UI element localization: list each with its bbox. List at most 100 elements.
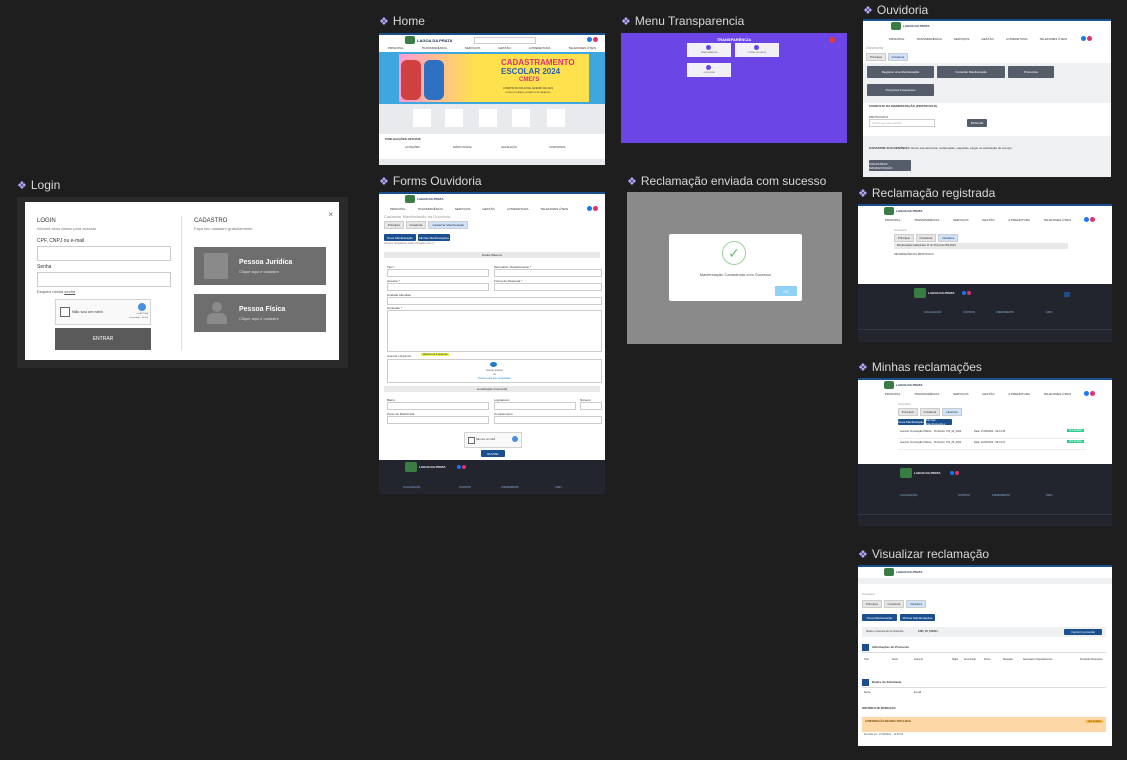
captcha-checkbox[interactable] bbox=[60, 307, 70, 317]
protocolo-input[interactable]: Informe aqui seu protocolo bbox=[869, 119, 935, 127]
forgot-link[interactable]: senha bbox=[64, 289, 75, 294]
nav-telefones[interactable]: TELEFONES ÚTEIS bbox=[1044, 392, 1072, 396]
buscar-button[interactable]: BUSCAR bbox=[967, 119, 987, 127]
tab-detalhes[interactable]: Detalhes bbox=[938, 234, 959, 242]
registrar-manifestacao-button[interactable]: Registrar uma Manifestação bbox=[867, 66, 934, 78]
instagram-icon[interactable] bbox=[593, 37, 598, 42]
minhas-manifestacoes-button[interactable]: Minhas Manifestações bbox=[900, 614, 935, 621]
nav-servicos[interactable]: SERVIÇOS bbox=[953, 218, 968, 222]
upload-link[interactable]: Procure pelo seu computador bbox=[388, 377, 601, 380]
recaptcha[interactable]: Não sou um robô bbox=[464, 432, 522, 448]
nav-servicos[interactable]: SERVIÇOS bbox=[953, 392, 968, 396]
nav-transparencia[interactable]: TRANSPARÊNCIA bbox=[917, 37, 942, 41]
nav-principal[interactable]: PRINCIPAL bbox=[885, 218, 901, 222]
nav-servicos[interactable]: SERVIÇOS bbox=[465, 46, 480, 50]
tab-principal[interactable]: Principal bbox=[894, 234, 914, 242]
scroll-top-icon[interactable] bbox=[1064, 292, 1070, 297]
quick-card[interactable] bbox=[479, 109, 497, 127]
assunto-select[interactable] bbox=[387, 283, 489, 291]
imprimir-protocolo-button[interactable]: Imprimir protocolo bbox=[1064, 629, 1102, 635]
forma-resposta-select[interactable] bbox=[494, 283, 602, 291]
nav-prefeitura[interactable]: A PREFEITURA bbox=[507, 207, 529, 211]
quick-card[interactable] bbox=[512, 109, 530, 127]
tab-ouvidoria[interactable]: Ouvidoria bbox=[883, 600, 905, 608]
list-item[interactable]: Assunto: Iluminação Pública Protocolo: 3… bbox=[898, 428, 1086, 439]
close-icon[interactable]: × bbox=[328, 210, 333, 219]
banner[interactable]: CADASTRAMENTO ESCOLAR 2024 CMEI'S A PART… bbox=[379, 52, 605, 104]
entrar-button[interactable]: ENTRAR bbox=[55, 328, 151, 350]
nav-prefeitura[interactable]: A PREFEITURA bbox=[1008, 218, 1030, 222]
menu-item-transparencia[interactable]: TRANSPARÊNCIA bbox=[687, 43, 731, 57]
pessoa-juridica-button[interactable]: Pessoa Jurídica Clique aqui e cadastre bbox=[194, 247, 326, 285]
nav-principal[interactable]: PRINCIPAL bbox=[885, 392, 901, 396]
enviar-button[interactable]: ENVIAR bbox=[481, 450, 505, 457]
minhas-manifestacoes-button[interactable]: Minhas Manifestações bbox=[926, 418, 952, 426]
nova-manifestacao-button[interactable]: Nova Manifestação bbox=[862, 614, 897, 621]
upload-dropzone[interactable]: Anexar arquivo ou Procure pelo seu compu… bbox=[387, 359, 602, 383]
complemento-input[interactable] bbox=[494, 416, 602, 424]
nova-manifestacao-button[interactable]: Nova Manifestação bbox=[384, 234, 416, 241]
cpf-input[interactable] bbox=[37, 246, 171, 261]
facebook-icon[interactable] bbox=[962, 291, 966, 295]
nav-prefeitura[interactable]: A PREFEITURA bbox=[529, 46, 551, 50]
logradouro-input[interactable] bbox=[494, 402, 576, 410]
nav-telefones[interactable]: TELEFONES ÚTEIS bbox=[540, 207, 568, 211]
nav-principal[interactable]: PRINCIPAL bbox=[889, 37, 905, 41]
tab-ouvidoria[interactable]: Ouvidoria bbox=[887, 53, 909, 61]
tab-principal[interactable]: Principal bbox=[384, 221, 404, 229]
facebook-icon[interactable] bbox=[1081, 36, 1086, 41]
protocolos-button[interactable]: Protocolos bbox=[1008, 66, 1054, 78]
unidade-select[interactable] bbox=[387, 297, 602, 305]
facebook-icon[interactable] bbox=[457, 465, 461, 469]
pub-legislacao[interactable]: LEGISLAÇÃO bbox=[501, 146, 517, 149]
tab-ouvidoria[interactable]: Ouvidoria bbox=[405, 221, 427, 229]
instagram-icon[interactable] bbox=[1090, 217, 1095, 222]
nav-servicos[interactable]: SERVIÇOS bbox=[455, 207, 470, 211]
numero-input[interactable] bbox=[580, 402, 602, 410]
close-icon[interactable] bbox=[829, 37, 835, 43]
secretaria-select[interactable] bbox=[494, 269, 602, 277]
nav-telefones[interactable]: TELEFONES ÚTEIS bbox=[1044, 218, 1072, 222]
nav-transparencia[interactable]: TRANSPARÊNCIA bbox=[418, 207, 443, 211]
instagram-icon[interactable] bbox=[1090, 391, 1095, 396]
senha-input[interactable] bbox=[37, 272, 171, 287]
ponto-ref-input[interactable] bbox=[387, 416, 489, 424]
facebook-icon[interactable] bbox=[587, 37, 592, 42]
nav-principal[interactable]: PRINCIPAL bbox=[390, 207, 406, 211]
tab-principal[interactable]: Principal bbox=[866, 53, 886, 61]
instagram-icon[interactable] bbox=[1087, 36, 1092, 41]
nav-servicos[interactable]: SERVIÇOS bbox=[954, 37, 969, 41]
tab-ouvidoria[interactable]: Ouvidoria bbox=[919, 408, 941, 416]
pub-licitacoes[interactable]: LICITAÇÕES bbox=[405, 146, 420, 149]
nav-prefeitura[interactable]: A PREFEITURA bbox=[1008, 392, 1030, 396]
menu-item-dados[interactable]: PORTAL DE DADOS bbox=[735, 43, 779, 57]
instagram-icon[interactable] bbox=[593, 206, 598, 211]
ok-button[interactable]: OK bbox=[775, 286, 797, 296]
facebook-icon[interactable] bbox=[587, 206, 592, 211]
nav-gestao[interactable]: GESTÃO bbox=[482, 207, 495, 211]
cadastrar-manifestacao-button[interactable]: CADASTRAR MANIFESTAÇÃO bbox=[869, 160, 911, 171]
nav-gestao[interactable]: GESTÃO bbox=[982, 392, 995, 396]
tipo-select[interactable] bbox=[387, 269, 489, 277]
tab-historico[interactable]: Histórico bbox=[942, 408, 963, 416]
nav-transparencia[interactable]: TRANSPARÊNCIA bbox=[914, 218, 939, 222]
instagram-icon[interactable] bbox=[955, 471, 959, 475]
conteudo-textarea[interactable] bbox=[387, 310, 602, 352]
pub-diario[interactable]: DIÁRIO OFICIAL bbox=[453, 146, 472, 149]
facebook-icon[interactable] bbox=[950, 471, 954, 475]
list-item[interactable]: Assunto: Iluminação Pública Protocolo: 3… bbox=[898, 439, 1086, 450]
tab-detalhes[interactable]: Detalhes bbox=[906, 600, 927, 608]
instagram-icon[interactable] bbox=[967, 291, 971, 295]
tab-principal[interactable]: Principal bbox=[862, 600, 882, 608]
nav-transparencia[interactable]: TRANSPARÊNCIA bbox=[914, 392, 939, 396]
quick-card[interactable] bbox=[547, 109, 565, 127]
tab-principal[interactable]: Principal bbox=[898, 408, 918, 416]
nav-gestao[interactable]: GESTÃO bbox=[982, 218, 995, 222]
search-input[interactable] bbox=[474, 37, 536, 44]
menu-item-ouvidoria[interactable]: OUVIDORIA bbox=[687, 63, 731, 77]
nav-gestao[interactable]: GESTÃO bbox=[498, 46, 511, 50]
facebook-icon[interactable] bbox=[1084, 391, 1089, 396]
pub-concursos[interactable]: CONCURSOS bbox=[549, 146, 565, 149]
pessoa-fisica-button[interactable]: Pessoa Física Clique aqui e cadastre bbox=[194, 294, 326, 332]
nav-gestao[interactable]: GESTÃO bbox=[981, 37, 994, 41]
